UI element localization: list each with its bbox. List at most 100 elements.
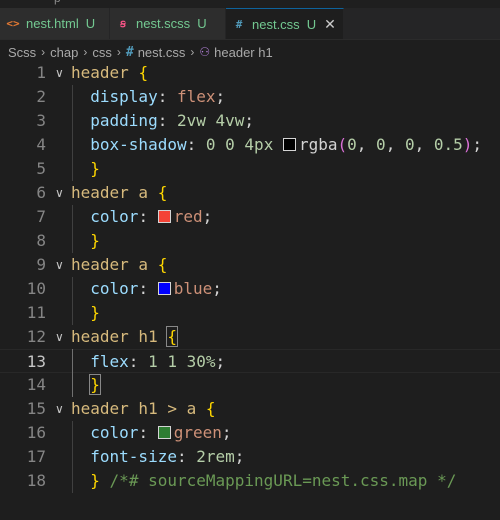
- code-token: ): [462, 135, 473, 154]
- tab-nest-scss[interactable]: ꞩ nest.scss U: [110, 8, 226, 39]
- code-line[interactable]: 9 ∨ header a {: [0, 253, 500, 277]
- fold-chevron-icon[interactable]: ∨: [55, 253, 64, 277]
- chevron-right-icon: ›: [190, 45, 195, 59]
- code-text: }: [71, 373, 101, 397]
- code-text: color: red;: [71, 205, 212, 229]
- breadcrumb-item-css[interactable]: css: [92, 45, 112, 60]
- code-line[interactable]: 13 flex: 1 1 30%;: [0, 349, 500, 373]
- code-line[interactable]: 5 }: [0, 157, 500, 181]
- code-line[interactable]: 18 } /*# sourceMappingURL=nest.css.map *…: [0, 469, 500, 493]
- breadcrumb-item-file[interactable]: nest.css: [138, 45, 186, 60]
- code-token: :: [128, 352, 149, 371]
- code-line[interactable]: 7 color: red;: [0, 205, 500, 229]
- code-token: {: [157, 255, 168, 274]
- code-token: 30%: [186, 352, 216, 371]
- fold-chevron-icon[interactable]: ∨: [55, 181, 64, 205]
- code-line[interactable]: 17 font-size: 2rem;: [0, 445, 500, 469]
- code-line[interactable]: 15 ∨ header h1 > a {: [0, 397, 500, 421]
- breadcrumb-item-chap[interactable]: chap: [50, 45, 78, 60]
- code-line[interactable]: 2 display: flex;: [0, 85, 500, 109]
- chevron-right-icon: ›: [116, 45, 121, 59]
- code-line[interactable]: 16 color: green;: [0, 421, 500, 445]
- code-token: 0: [205, 135, 216, 154]
- line-number: 12: [26, 327, 46, 346]
- code-line[interactable]: 11 }: [0, 301, 500, 325]
- code-line[interactable]: 14 }: [0, 373, 500, 397]
- code-text: } /*# sourceMappingURL=nest.css.map */: [71, 469, 456, 493]
- code-token: 4vw: [215, 111, 245, 130]
- code-line[interactable]: 4 box-shadow: 0 0 4px rgba(0, 0, 0, 0.5)…: [0, 133, 500, 157]
- color-swatch-blue[interactable]: [157, 282, 171, 295]
- code-token: flex: [71, 352, 129, 371]
- code-line[interactable]: 8 }: [0, 229, 500, 253]
- code-text: display: flex;: [71, 85, 225, 109]
- code-token: ;: [212, 279, 222, 298]
- breadcrumb: Scss › chap › css › # nest.css › ⚇ heade…: [8, 42, 273, 62]
- code-token: header h1: [71, 327, 158, 346]
- line-number: 14: [26, 375, 46, 394]
- line-number: 3: [36, 111, 46, 130]
- code-line[interactable]: 10 color: blue;: [0, 277, 500, 301]
- line-number: 18: [26, 471, 46, 490]
- code-token: header: [71, 63, 129, 82]
- code-token: :: [138, 423, 158, 442]
- breadcrumb-item-scss[interactable]: Scss: [8, 45, 36, 60]
- code-line[interactable]: 3 padding: 2vw 4vw;: [0, 109, 500, 133]
- close-icon[interactable]: ✕: [324, 16, 336, 33]
- code-text: }: [71, 157, 100, 181]
- code-line[interactable]: 1 ∨ header {: [0, 61, 500, 85]
- code-token: rgba: [298, 135, 338, 154]
- code-token: header a: [71, 183, 149, 202]
- indent-guide: [72, 277, 73, 325]
- code-token: }: [90, 471, 100, 490]
- code-token: 0: [347, 135, 357, 154]
- color-swatch-black[interactable]: [282, 138, 296, 151]
- color-swatch-red[interactable]: [157, 210, 171, 223]
- code-token: /*# sourceMappingURL=nest.css.map */: [109, 471, 457, 490]
- fold-chevron-icon[interactable]: ∨: [55, 325, 64, 349]
- indent-guide: [72, 421, 73, 493]
- line-number: 5: [36, 159, 46, 178]
- code-token: {: [138, 63, 149, 82]
- code-token: {: [166, 326, 178, 347]
- code-token: }: [90, 303, 100, 322]
- color-swatch-green[interactable]: [157, 426, 171, 439]
- css-file-icon: #: [235, 17, 243, 31]
- line-number: 15: [26, 399, 46, 418]
- untracked-status: U: [197, 16, 207, 31]
- indent-guide: [72, 205, 73, 253]
- code-token: header a: [71, 255, 149, 274]
- tab-nest-html[interactable]: <> nest.html U: [0, 8, 110, 39]
- tab-nest-css[interactable]: # nest.css U ✕: [226, 8, 344, 39]
- code-text: color: green;: [71, 421, 231, 445]
- code-text: padding: 2vw 4vw;: [71, 109, 254, 133]
- code-token: green: [173, 423, 222, 442]
- fold-chevron-icon[interactable]: ∨: [55, 61, 64, 85]
- indent-guide: [72, 85, 73, 181]
- code-token: (: [337, 135, 348, 154]
- code-token: 1: [167, 352, 177, 371]
- code-token: :: [157, 111, 177, 130]
- code-token: :: [157, 87, 177, 106]
- code-token: header h1 > a: [71, 399, 197, 418]
- code-line[interactable]: 6 ∨ header a {: [0, 181, 500, 205]
- code-token: 0.5: [433, 135, 463, 154]
- breadcrumb-item-symbol[interactable]: header h1: [214, 45, 273, 60]
- line-number: 7: [36, 207, 46, 226]
- code-token: {: [205, 399, 216, 418]
- code-token: }: [89, 374, 101, 395]
- code-token: 0: [404, 135, 415, 154]
- line-number: 11: [26, 303, 46, 322]
- code-line[interactable]: 12 ∨ header h1 {: [0, 325, 500, 349]
- fold-chevron-icon[interactable]: ∨: [55, 397, 64, 421]
- code-token: display: [71, 87, 158, 106]
- code-text: header a {: [71, 181, 167, 205]
- code-text: color: blue;: [71, 277, 222, 301]
